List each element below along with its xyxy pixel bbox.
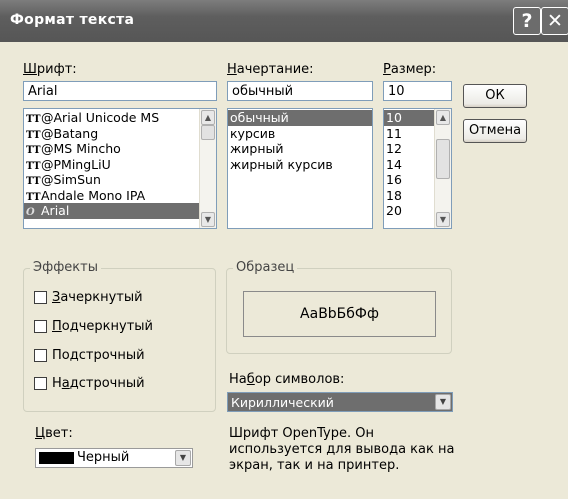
font-list-item[interactable]: TT@Batang — [24, 126, 216, 142]
close-button[interactable]: ✕ — [541, 7, 568, 35]
style-list-item[interactable]: жирный курсив — [228, 157, 372, 173]
opentype-icon: O — [26, 207, 35, 218]
size-label: Размер: — [383, 62, 437, 77]
font-item-label: @Batang — [41, 125, 99, 141]
size-item-label: 11 — [386, 125, 402, 141]
size-list[interactable]: 10 11 12 14 16 18 20 ▲ ▼ — [383, 108, 452, 229]
size-item-label: 18 — [386, 187, 402, 203]
font-list-item[interactable]: TT@SimSun — [24, 172, 216, 188]
font-item-label: @PMingLiU — [41, 156, 111, 172]
font-item-label: @Arial Unicode MS — [41, 110, 160, 125]
style-item-label: жирный курсив — [230, 156, 333, 172]
font-item-label: Arial — [41, 203, 70, 218]
superscript-label: Надстрочный — [52, 376, 145, 391]
charset-label: Набор символов: — [229, 372, 345, 387]
effects-group: Эффекты Зачеркнутый Подчеркнутый Подстро… — [23, 260, 216, 412]
style-item-label: курсив — [230, 125, 276, 141]
size-item-label: 10 — [386, 110, 402, 125]
scroll-thumb[interactable] — [201, 125, 215, 140]
size-scrollbar[interactable]: ▲ ▼ — [434, 109, 451, 228]
color-swatch — [39, 452, 74, 464]
color-select[interactable]: Черный ▼ — [35, 448, 193, 468]
effects-title: Эффекты — [30, 260, 101, 275]
chevron-down-icon[interactable]: ▼ — [435, 394, 451, 410]
size-item-label: 12 — [386, 141, 402, 156]
ok-button[interactable]: ОК — [463, 84, 527, 108]
size-item-label: 14 — [386, 156, 402, 172]
style-list-item[interactable]: курсив — [228, 126, 372, 142]
subscript-checkbox[interactable] — [34, 349, 47, 362]
font-list-item[interactable]: O Arial — [24, 203, 216, 219]
color-label: Цвет: — [35, 426, 73, 441]
charset-select[interactable]: Кириллический ▼ — [227, 392, 453, 412]
style-label: Начертание: — [227, 62, 314, 77]
strikethrough-checkbox[interactable] — [34, 291, 47, 304]
font-description: Шрифт OpenType. Он используется для выво… — [229, 426, 455, 473]
font-label: Шрифт: — [23, 62, 77, 77]
format-text-dialog: Формат текста ? ✕ Шрифт: Arial TT@Arial … — [0, 0, 568, 499]
font-item-label: @MS Mincho — [41, 141, 121, 156]
font-input[interactable]: Arial — [23, 81, 217, 101]
font-list-item[interactable]: TTAndale Mono IPA — [24, 188, 216, 204]
scroll-thumb[interactable] — [436, 139, 450, 179]
scroll-down-icon[interactable]: ▼ — [201, 212, 215, 227]
scroll-up-icon[interactable]: ▲ — [201, 110, 215, 125]
underline-checkbox[interactable] — [34, 320, 47, 333]
sample-group: Образец AaBbБбФф — [226, 260, 452, 354]
font-list-item[interactable]: TT@MS Mincho — [24, 141, 216, 157]
size-input[interactable]: 10 — [383, 81, 452, 101]
style-list-item[interactable]: жирный — [228, 141, 372, 157]
style-item-label: обычный — [230, 110, 289, 125]
font-list[interactable]: TT@Arial Unicode MS TT@Batang TT@MS Mincho… — [23, 108, 217, 229]
font-list-item[interactable]: TT@PMingLiU — [24, 157, 216, 173]
charset-value: Кириллический — [231, 395, 334, 410]
color-value: Черный — [77, 450, 130, 465]
font-item-label: Andale Mono IPA — [41, 187, 146, 203]
size-item-label: 20 — [386, 203, 402, 218]
font-scrollbar[interactable]: ▲ ▼ — [199, 109, 216, 228]
style-list-item[interactable]: обычный — [228, 110, 372, 126]
style-input[interactable]: обычный — [227, 81, 373, 101]
subscript-label: Подстрочный — [52, 348, 145, 363]
dialog-title: Формат текста — [10, 12, 135, 28]
cancel-button[interactable]: Отмена — [463, 119, 527, 143]
sample-preview: AaBbБбФф — [243, 291, 436, 337]
chevron-down-icon[interactable]: ▼ — [175, 450, 191, 466]
scroll-down-icon[interactable]: ▼ — [436, 212, 450, 227]
superscript-checkbox[interactable] — [34, 377, 47, 390]
font-list-item[interactable]: TT@Arial Unicode MS — [24, 110, 216, 126]
font-item-label: @SimSun — [41, 172, 101, 187]
style-list[interactable]: обычный курсив жирный жирный курсив — [227, 108, 373, 229]
size-item-label: 16 — [386, 172, 402, 187]
underline-label: Подчеркнутый — [52, 319, 153, 334]
style-item-label: жирный — [230, 141, 284, 156]
help-button[interactable]: ? — [513, 7, 541, 35]
sample-title: Образец — [233, 260, 298, 275]
scroll-up-icon[interactable]: ▲ — [436, 110, 450, 125]
title-bar: Формат текста ? ✕ — [0, 0, 568, 42]
strikethrough-label: Зачеркнутый — [52, 290, 143, 305]
